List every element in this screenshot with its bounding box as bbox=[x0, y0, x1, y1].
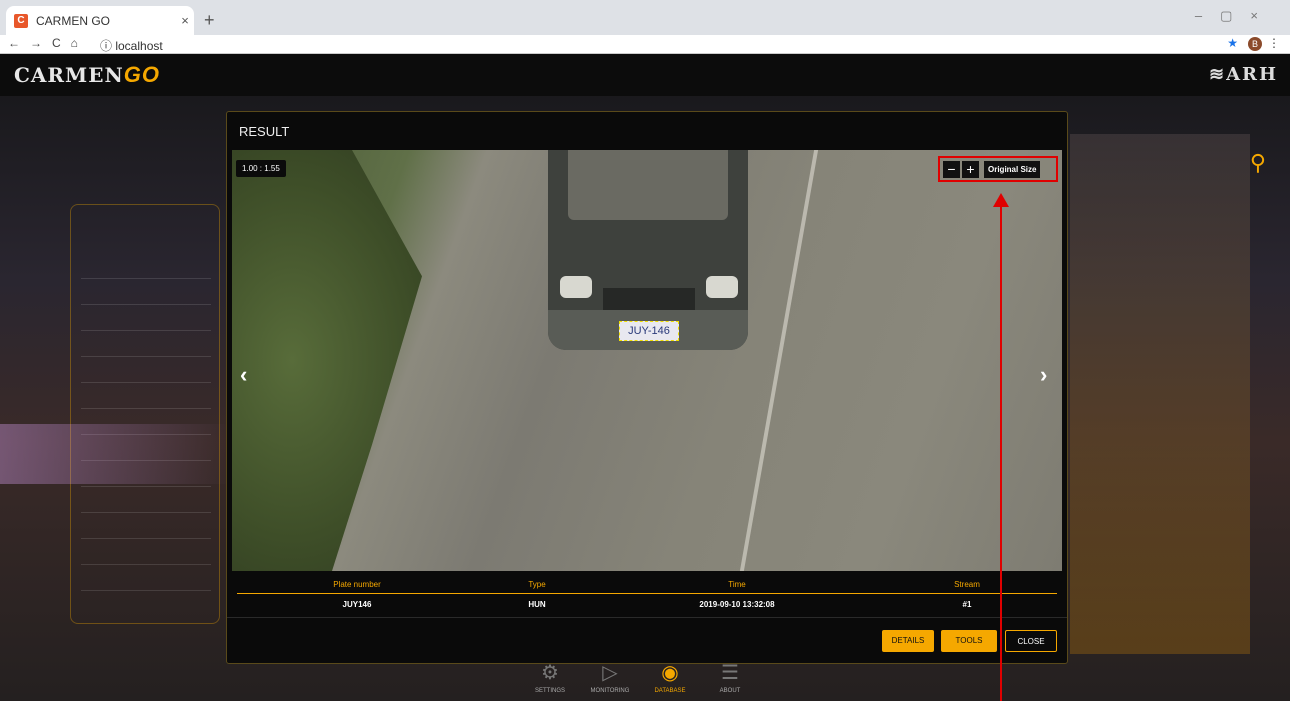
result-modal: RESULT JUY-146 1.00 : 1.55 − + Original … bbox=[226, 111, 1068, 664]
bookmark-star-icon[interactable]: ★ bbox=[1227, 36, 1238, 50]
table-row[interactable]: JUY146 HUN 2019-09-10 13:32:08 #1 bbox=[237, 594, 1057, 614]
bottom-nav: ⚙ SETTINGS ▷ MONITORING ◉ DATABASE ☰ ABOUT bbox=[520, 658, 770, 701]
browser-tab-bar: C CARMEN GO × + –▢× bbox=[0, 0, 1290, 35]
browser-tab[interactable]: C CARMEN GO × bbox=[6, 6, 194, 35]
nav-buttons-icon[interactable]: ←→C⌂ bbox=[8, 36, 88, 50]
address-bar[interactable]: ⓘ localhost bbox=[100, 37, 163, 54]
url-text: localhost bbox=[115, 39, 163, 53]
zoom-in-button[interactable]: + bbox=[962, 161, 979, 178]
zoom-out-button[interactable]: − bbox=[943, 161, 960, 178]
roadside-grass bbox=[232, 150, 422, 571]
search-icon[interactable]: ⚲ bbox=[1250, 150, 1266, 176]
cell-type: HUN bbox=[528, 599, 546, 609]
zoom-controls: − + Original Size bbox=[938, 156, 1058, 182]
carmen-go-logo: CARMENGO bbox=[14, 62, 160, 87]
background-plate-list bbox=[70, 204, 220, 624]
arh-logo: ≋ARH bbox=[1208, 64, 1278, 85]
app-header: CARMENGO ≋ARH bbox=[0, 54, 1290, 96]
col-time: Time bbox=[728, 580, 746, 589]
tab-title: CARMEN GO bbox=[36, 13, 111, 28]
col-plate-number: Plate number bbox=[333, 580, 381, 589]
modal-title: RESULT bbox=[239, 124, 290, 139]
cell-plate: JUY146 bbox=[342, 599, 372, 609]
carmen-favicon-icon: C bbox=[14, 13, 28, 28]
detected-plate: JUY-146 bbox=[619, 321, 679, 341]
col-type: Type bbox=[528, 580, 546, 589]
new-tab-icon[interactable]: + bbox=[204, 10, 215, 31]
browser-toolbar: ←→C⌂ ⓘ localhost ★ B ⋮ bbox=[0, 35, 1290, 54]
zoom-ratio-label: 1.00 : 1.55 bbox=[236, 160, 286, 177]
lane-marking bbox=[739, 150, 819, 571]
table-header: Plate number Type Time Stream bbox=[237, 576, 1057, 594]
window-controls[interactable]: –▢× bbox=[1195, 8, 1276, 24]
vehicle bbox=[548, 150, 748, 350]
capture-image[interactable]: JUY-146 1.00 : 1.55 − + Original Size ‹ … bbox=[232, 150, 1062, 571]
profile-avatar[interactable]: B bbox=[1248, 37, 1262, 51]
col-stream: Stream bbox=[954, 580, 980, 589]
next-image-icon[interactable]: › bbox=[1040, 362, 1054, 388]
annotation-arrow-line bbox=[1000, 202, 1002, 701]
close-button[interactable]: CLOSE bbox=[1005, 630, 1057, 652]
background-building bbox=[1070, 134, 1250, 654]
result-table: Plate number Type Time Stream JUY146 HUN… bbox=[237, 576, 1057, 614]
close-tab-icon[interactable]: × bbox=[176, 13, 194, 28]
tools-button[interactable]: TOOLS bbox=[941, 630, 997, 652]
details-button[interactable]: DETAILS bbox=[882, 630, 934, 652]
annotation-arrow-head-icon bbox=[993, 193, 1009, 207]
background-light-streak bbox=[0, 424, 230, 484]
cell-time: 2019-09-10 13:32:08 bbox=[699, 599, 775, 609]
cell-stream: #1 bbox=[962, 599, 972, 609]
original-size-button[interactable]: Original Size bbox=[984, 161, 1041, 178]
modal-footer: DETAILS TOOLS CLOSE bbox=[227, 617, 1067, 663]
menu-kebab-icon[interactable]: ⋮ bbox=[1268, 36, 1280, 50]
previous-image-icon[interactable]: ‹ bbox=[240, 362, 254, 388]
